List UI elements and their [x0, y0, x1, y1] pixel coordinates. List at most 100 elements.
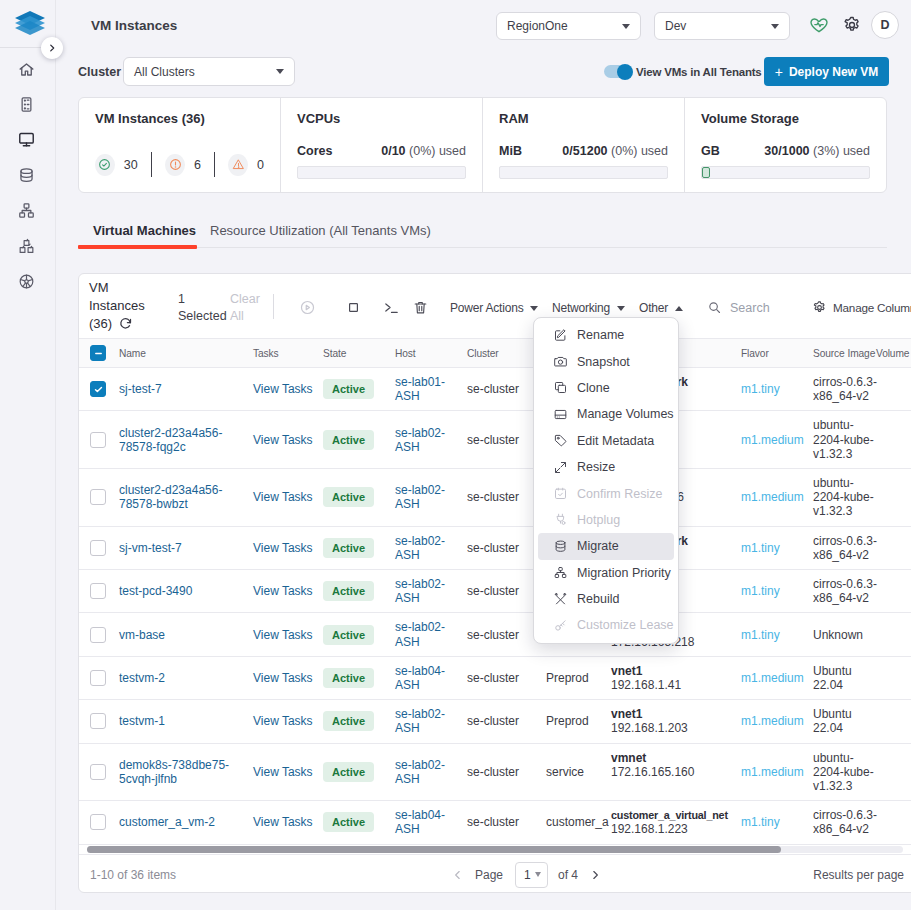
delete-button[interactable]: [412, 299, 429, 316]
row-checkbox[interactable]: [90, 670, 106, 686]
all-tenants-toggle[interactable]: [604, 65, 631, 78]
page-prev-button[interactable]: [451, 868, 465, 882]
view-tasks-link[interactable]: View Tasks: [253, 490, 313, 504]
networks-cell: vnet1192.168.1.203: [599, 700, 729, 742]
sidebar-item-kubernetes[interactable]: [17, 272, 36, 291]
vm-name-link[interactable]: cluster2-d23a4a56- 78578-bwbzt: [119, 483, 222, 511]
view-tasks-link[interactable]: View Tasks: [253, 541, 313, 555]
host-link[interactable]: se-lab01- ASH: [395, 375, 445, 403]
flavor-link[interactable]: m1.tiny: [741, 584, 780, 598]
sidebar-expand-button[interactable]: [41, 37, 63, 59]
view-tasks-link[interactable]: View Tasks: [253, 714, 313, 728]
row-checkbox[interactable]: [90, 583, 106, 599]
ram-unit: MiB: [499, 144, 522, 158]
settings-button[interactable]: [842, 15, 862, 35]
flavor-link[interactable]: m1.medium: [741, 765, 804, 779]
view-tasks-link[interactable]: View Tasks: [253, 382, 313, 396]
menu-item-resize[interactable]: Resize: [538, 454, 674, 480]
host-link[interactable]: se-lab02- ASH: [395, 707, 445, 735]
view-tasks-link[interactable]: View Tasks: [253, 628, 313, 642]
host-link[interactable]: se-lab02- ASH: [395, 483, 445, 511]
tab-resource-utilization[interactable]: Resource Utilization (All Tenants VMs): [210, 223, 431, 238]
chevron-up-icon: [675, 306, 683, 311]
view-tasks-link[interactable]: View Tasks: [253, 671, 313, 685]
flavor-link[interactable]: m1.medium: [741, 714, 804, 728]
health-button[interactable]: [809, 15, 829, 35]
row-checkbox[interactable]: [90, 814, 106, 830]
row-checkbox[interactable]: [90, 627, 106, 643]
flavor-link[interactable]: m1.tiny: [741, 541, 780, 555]
row-checkbox[interactable]: [90, 381, 106, 397]
search-input[interactable]: Search: [707, 300, 770, 315]
flavor-link[interactable]: m1.tiny: [741, 815, 780, 829]
deploy-new-vm-button[interactable]: +Deploy New VM: [764, 57, 889, 86]
sidebar-item-home[interactable]: [17, 60, 36, 79]
vm-name-link[interactable]: customer_a_vm-2: [119, 815, 215, 829]
avatar[interactable]: D: [871, 11, 899, 39]
manage-columns-button[interactable]: Manage Columns: [812, 300, 911, 315]
power-on-button[interactable]: [299, 299, 316, 316]
menu-item-edit-metadata[interactable]: Edit Metadata: [538, 428, 674, 454]
row-checkbox[interactable]: [90, 764, 106, 780]
page-select[interactable]: 1: [515, 862, 548, 888]
view-tasks-link[interactable]: View Tasks: [253, 815, 313, 829]
row-checkbox[interactable]: [90, 540, 106, 556]
networks-cell: vnet1192.168.1.41: [599, 657, 729, 699]
card-vcpus: VCPUs Cores0/10 (0%) used: [280, 98, 482, 192]
power-actions-dropdown[interactable]: Power Actions: [450, 301, 538, 315]
sidebar-item-infrastructure[interactable]: [17, 95, 36, 114]
select-all-checkbox[interactable]: [90, 345, 106, 361]
menu-item-rebuild[interactable]: Rebuild: [538, 586, 674, 612]
vm-name-link[interactable]: demok8s-738dbe75- 5cvqh-jlfnb: [119, 758, 229, 786]
sidebar-item-images[interactable]: [17, 237, 36, 256]
sidebar-item-storage[interactable]: [17, 166, 36, 185]
vm-name-link[interactable]: testvm-2: [119, 671, 165, 685]
vm-name-link[interactable]: cluster2-d23a4a56- 78578-fqg2c: [119, 426, 222, 454]
menu-item-migrate[interactable]: Migrate: [538, 533, 674, 559]
page-next-button[interactable]: [588, 868, 602, 882]
host-link[interactable]: se-lab02- ASH: [395, 620, 445, 648]
vm-name-link[interactable]: testvm-1: [119, 714, 165, 728]
tab-virtual-machines[interactable]: Virtual Machines: [93, 223, 196, 238]
menu-item-rename[interactable]: Rename: [538, 322, 674, 348]
host-link[interactable]: se-lab04- ASH: [395, 808, 445, 836]
host-link[interactable]: se-lab02- ASH: [395, 577, 445, 605]
row-checkbox[interactable]: [90, 713, 106, 729]
sidebar-item-vm-instances[interactable]: [17, 130, 36, 149]
view-tasks-link[interactable]: View Tasks: [253, 584, 313, 598]
alert-count: 0: [257, 158, 264, 172]
host-link[interactable]: se-lab02- ASH: [395, 426, 445, 454]
region-select[interactable]: RegionOne: [496, 12, 641, 40]
row-checkbox[interactable]: [90, 489, 106, 505]
flavor-link[interactable]: m1.medium: [741, 490, 804, 504]
flavor-link[interactable]: m1.tiny: [741, 628, 780, 642]
vm-name-link[interactable]: vm-base: [119, 628, 165, 642]
clear-all-button[interactable]: Clear All: [230, 291, 270, 325]
flavor-link[interactable]: m1.medium: [741, 433, 804, 447]
menu-item-manage-volumes[interactable]: Manage Volumes: [538, 401, 674, 427]
menu-item-clone[interactable]: Clone: [538, 375, 674, 401]
networking-dropdown[interactable]: Networking: [552, 301, 625, 315]
scrollbar-thumb[interactable]: [87, 846, 781, 853]
host-link[interactable]: se-lab02- ASH: [395, 758, 445, 786]
console-button[interactable]: [383, 299, 400, 316]
vm-name-link[interactable]: test-pcd-3490: [119, 584, 192, 598]
flavor-link[interactable]: m1.medium: [741, 671, 804, 685]
menu-item-migration-priority[interactable]: Migration Priority: [538, 560, 674, 586]
host-link[interactable]: se-lab02- ASH: [395, 534, 445, 562]
vm-name-link[interactable]: sj-test-7: [119, 382, 162, 396]
view-tasks-link[interactable]: View Tasks: [253, 765, 313, 779]
vm-name-link[interactable]: sj-vm-test-7: [119, 541, 182, 555]
host-link[interactable]: se-lab04- ASH: [395, 664, 445, 692]
other-dropdown[interactable]: Other: [639, 301, 683, 315]
power-off-button[interactable]: [345, 299, 362, 316]
menu-item-snapshot[interactable]: Snapshot: [538, 348, 674, 374]
flavor-link[interactable]: m1.tiny: [741, 382, 780, 396]
network-name: customer_a_virtual_net: [611, 808, 725, 822]
row-checkbox[interactable]: [90, 432, 106, 448]
refresh-icon[interactable]: [118, 316, 133, 331]
tenant-select[interactable]: Dev: [654, 12, 790, 40]
view-tasks-link[interactable]: View Tasks: [253, 433, 313, 447]
cluster-select[interactable]: All Clusters: [123, 57, 295, 86]
sidebar-item-networking[interactable]: [17, 201, 36, 220]
